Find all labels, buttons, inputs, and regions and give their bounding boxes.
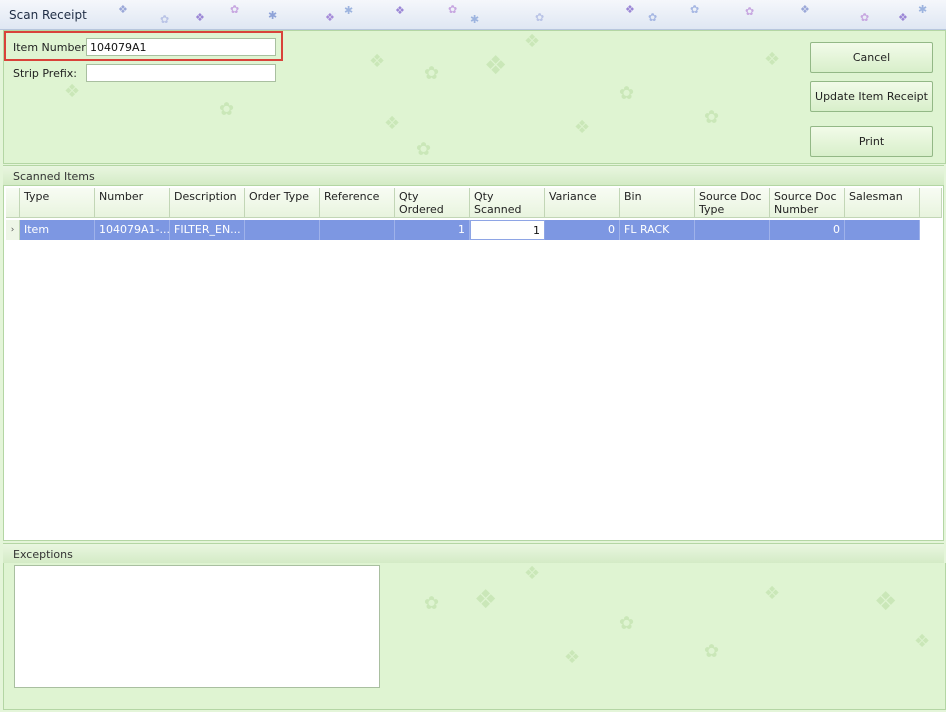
butterfly-decoration: ❖ bbox=[484, 51, 508, 81]
cell-number[interactable]: 104079A1-... bbox=[95, 220, 170, 240]
column-header-bin[interactable]: Bin bbox=[620, 188, 695, 218]
cell-source-doc-number[interactable]: 0 bbox=[770, 220, 845, 240]
cancel-button[interactable]: Cancel bbox=[810, 42, 933, 73]
cell-qty-scanned-editor[interactable]: 1 bbox=[470, 220, 545, 240]
flower-decoration: ✿ bbox=[619, 83, 635, 104]
print-button[interactable]: Print bbox=[810, 126, 933, 157]
cell-qty-ordered[interactable]: 1 bbox=[395, 220, 470, 240]
cell-salesman[interactable] bbox=[845, 220, 920, 240]
item-number-input[interactable] bbox=[86, 38, 276, 56]
window-title: Scan Receipt bbox=[9, 8, 87, 22]
butterfly-decoration: ❖ bbox=[384, 113, 401, 134]
butterfly-decoration: ❖ bbox=[800, 3, 810, 16]
flower-decoration: ✿ bbox=[690, 3, 700, 16]
column-header-salesman[interactable]: Salesman bbox=[845, 188, 920, 218]
star-decoration: ✱ bbox=[344, 4, 354, 17]
butterfly-decoration: ❖ bbox=[195, 11, 205, 24]
butterfly-decoration: ❖ bbox=[369, 51, 386, 72]
butterfly-decoration: ❖ bbox=[914, 631, 931, 652]
butterfly-decoration: ❖ bbox=[64, 81, 81, 102]
column-header-source-doc-type[interactable]: Source Doc Type bbox=[695, 188, 770, 218]
star-decoration: ✱ bbox=[268, 9, 278, 22]
cell-reference[interactable] bbox=[320, 220, 395, 240]
cell-description[interactable]: FILTER_EN... bbox=[170, 220, 245, 240]
flower-decoration: ✿ bbox=[648, 11, 658, 24]
scanned-items-grid[interactable]: Type Number Description Order Type Refer… bbox=[3, 185, 944, 541]
flower-decoration: ✿ bbox=[230, 3, 240, 16]
cell-variance[interactable]: 0 bbox=[545, 220, 620, 240]
butterfly-decoration: ❖ bbox=[395, 4, 405, 17]
butterfly-decoration: ❖ bbox=[874, 587, 898, 617]
column-header-number[interactable]: Number bbox=[95, 188, 170, 218]
strip-prefix-input[interactable] bbox=[86, 64, 276, 82]
column-header-filler bbox=[920, 188, 942, 218]
butterfly-decoration: ❖ bbox=[474, 585, 498, 615]
flower-decoration: ✿ bbox=[448, 3, 458, 16]
exceptions-textarea[interactable] bbox=[14, 565, 380, 688]
cell-bin[interactable]: FL RACK bbox=[620, 220, 695, 240]
butterfly-decoration: ❖ bbox=[325, 11, 335, 24]
column-header-qty-scanned[interactable]: Qty Scanned bbox=[470, 188, 545, 218]
flower-decoration: ✿ bbox=[860, 11, 870, 24]
strip-prefix-label: Strip Prefix: bbox=[13, 67, 77, 80]
butterfly-decoration: ❖ bbox=[625, 3, 635, 16]
column-header-source-doc-number[interactable]: Source Doc Number bbox=[770, 188, 845, 218]
flower-decoration: ✿ bbox=[416, 139, 432, 160]
butterfly-decoration: ❖ bbox=[764, 583, 781, 604]
flower-decoration: ✿ bbox=[704, 641, 720, 662]
cell-source-doc-type[interactable] bbox=[695, 220, 770, 240]
butterfly-decoration: ❖ bbox=[524, 31, 541, 52]
column-header-reference[interactable]: Reference bbox=[320, 188, 395, 218]
butterfly-decoration: ❖ bbox=[574, 117, 591, 138]
star-decoration: ✱ bbox=[918, 3, 928, 16]
cell-type[interactable]: Item bbox=[20, 220, 95, 240]
row-header-corner bbox=[6, 188, 20, 218]
update-item-receipt-button[interactable]: Update Item Receipt bbox=[810, 81, 933, 112]
column-header-type[interactable]: Type bbox=[20, 188, 95, 218]
title-bar: Scan Receipt ❖ ✿ ❖ ✿ ✱ ❖ ✱ ❖ ✿ ✱ ✿ ❖ ✿ ✿… bbox=[0, 0, 946, 30]
column-header-variance[interactable]: Variance bbox=[545, 188, 620, 218]
flower-decoration: ✿ bbox=[424, 63, 440, 84]
butterfly-decoration: ❖ bbox=[118, 3, 128, 16]
butterfly-decoration: ❖ bbox=[524, 563, 541, 584]
column-header-order-type[interactable]: Order Type bbox=[245, 188, 320, 218]
flower-decoration: ✿ bbox=[535, 11, 545, 24]
column-header-description[interactable]: Description bbox=[170, 188, 245, 218]
butterfly-decoration: ❖ bbox=[764, 49, 781, 70]
exceptions-header: Exceptions bbox=[3, 543, 944, 564]
exceptions-title: Exceptions bbox=[13, 548, 73, 561]
flower-decoration: ✿ bbox=[219, 99, 235, 120]
flower-decoration: ✿ bbox=[619, 613, 635, 634]
row-selector-indicator[interactable]: › bbox=[6, 220, 20, 240]
flower-decoration: ✿ bbox=[745, 5, 755, 18]
scanned-items-header: Scanned Items bbox=[3, 165, 944, 186]
flower-decoration: ✿ bbox=[160, 13, 170, 26]
flower-decoration: ✿ bbox=[424, 593, 440, 614]
butterfly-decoration: ❖ bbox=[898, 11, 908, 24]
item-number-label: Item Number: bbox=[13, 41, 90, 54]
column-header-qty-ordered[interactable]: Qty Ordered bbox=[395, 188, 470, 218]
butterfly-decoration: ❖ bbox=[564, 647, 581, 668]
star-decoration: ✱ bbox=[470, 13, 480, 26]
scanned-items-title: Scanned Items bbox=[13, 170, 95, 183]
flower-decoration: ✿ bbox=[704, 107, 720, 128]
cell-order-type[interactable] bbox=[245, 220, 320, 240]
